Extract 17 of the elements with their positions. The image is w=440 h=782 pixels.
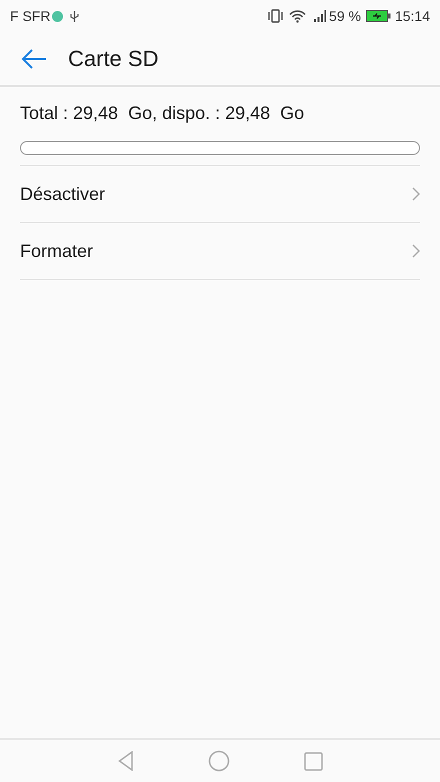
carrier-name: F SFR bbox=[10, 6, 50, 26]
battery-icon bbox=[366, 10, 391, 22]
signal-icon bbox=[313, 10, 328, 22]
storage-summary: Total : 29,48 Go, dispo. : 29,48 Go bbox=[20, 102, 306, 125]
home-nav-button[interactable] bbox=[208, 750, 230, 772]
clock: 15:14 bbox=[394, 6, 430, 26]
menu-item[interactable]: Désactiver bbox=[20, 166, 420, 223]
chevron-icon bbox=[412, 244, 420, 258]
wifi-icon bbox=[289, 10, 306, 22]
menu-item[interactable]: Formater bbox=[20, 223, 420, 280]
vibrate-icon bbox=[267, 9, 284, 23]
battery-percent: 59 % bbox=[329, 6, 361, 26]
back-nav-button[interactable] bbox=[118, 751, 134, 771]
recents-nav-button[interactable] bbox=[304, 752, 322, 770]
chevron-icon bbox=[412, 187, 420, 201]
usb-icon bbox=[70, 10, 80, 22]
page-title: Carte SD bbox=[68, 45, 158, 73]
